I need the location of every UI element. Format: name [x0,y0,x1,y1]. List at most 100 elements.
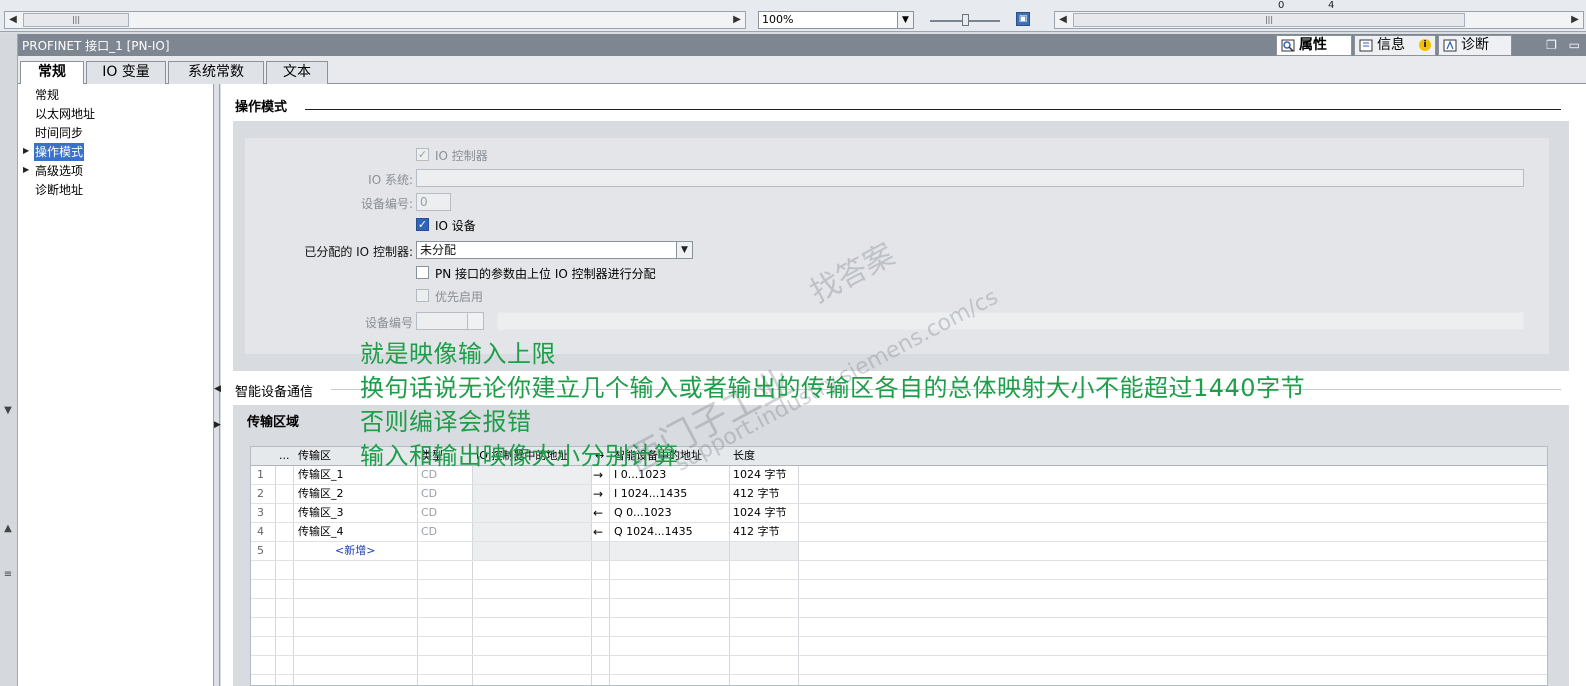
inspector-header: PROFINET 接口_1 [PN-IO] 属性 信息 i 诊断 ❐ ▭ [18,34,1586,56]
io-controller-label: IO 控制器 [435,149,488,163]
info-icon [1359,39,1373,52]
row-name[interactable]: 传输区_3 [298,504,416,523]
zoom-fit-icon[interactable]: ▣ [1016,12,1030,26]
chevron-down-icon[interactable]: ▼ [2,406,14,416]
restore-icon[interactable]: ❐ [1546,38,1557,52]
col-header-length[interactable]: 长度 [733,447,797,466]
nav-item-time-sync[interactable]: 时间同步 [34,124,84,142]
io-system-field [416,169,1524,187]
expand-triangle-icon[interactable]: ▶ [23,146,29,155]
tab-properties[interactable]: 属性 [1276,35,1352,56]
row-idevice-address[interactable]: Q 0...1023 [614,504,728,523]
row-number: 4 [257,525,264,538]
table-row[interactable]: 2 传输区_2 CD → I 1024...1435 412 字节 [251,485,1547,504]
zoom-slider[interactable] [930,14,1000,28]
tab-info-label: 信息 [1377,37,1405,53]
row-idevice-address[interactable]: I 1024...1435 [614,485,728,504]
annotation-line-4: 输入和输出映像大小分别计算 [360,442,679,470]
chevron-up-icon[interactable]: ▲ [2,524,14,534]
top-toolbar: ◀ ||| ▶ 100% ▼ ▣ ◀ ||| ▶ 0 4 [0,0,1586,32]
row-name[interactable]: 传输区_4 [298,523,416,542]
device-number2-label: 设备编号 [364,316,413,330]
pn-param-checkbox[interactable] [416,266,429,279]
row-idevice-address[interactable]: Q 1024...1435 [614,523,728,542]
device-number2-extent [497,312,1524,330]
property-nav-tree: 常规 以太网地址 时间同步 ▶ 操作模式 ▶ 高级选项 诊断地址 [18,84,214,686]
warning-badge-icon: i [1419,39,1431,51]
expand-right-icon[interactable]: ▶ [214,420,221,430]
assigned-controller-label: 已分配的 IO 控制器: [304,245,413,259]
row-type[interactable]: CD [421,485,471,504]
chevron-down-icon[interactable]: ▼ [676,242,692,258]
table-row[interactable]: 3 传输区_3 CD ← Q 0...1023 1024 字节 [251,504,1547,523]
assigned-controller-value: 未分配 [420,243,457,257]
table-row-add[interactable]: 5 <新增> [251,542,1547,561]
nav-splitter[interactable]: ◀ ▶ [214,84,221,686]
device-number-field: 0 [416,193,451,211]
zoom-value: 100% [762,13,794,26]
tab-io-tags[interactable]: IO 变量 [86,61,166,84]
col-header-menu[interactable]: ... [279,447,293,466]
table-row-empty [251,637,1547,656]
arrow-right-icon: → [593,487,604,501]
collapse-left-icon[interactable]: ◀ [214,384,221,394]
tab-properties-label: 属性 [1299,37,1327,53]
scroll-left-icon[interactable]: ◀ [6,13,20,27]
tab-system-constants[interactable]: 系统常数 [168,61,264,84]
section-divider [305,109,1561,110]
io-controller-checkbox[interactable]: ✓ [416,148,429,161]
row-type[interactable]: CD [421,504,471,523]
table-row[interactable]: 4 传输区_4 CD ← Q 1024...1435 412 字节 [251,523,1547,542]
nav-item-advanced-options[interactable]: 高级选项 [34,162,84,180]
tab-diagnostics[interactable]: 诊断 [1438,35,1512,56]
scroll-thumb[interactable]: ||| [1073,13,1465,27]
arrow-left-icon: ← [593,506,604,520]
row-type[interactable]: CD [421,523,471,542]
table-row-empty [251,561,1547,580]
idevice-comm-title: 智能设备通信 [235,385,314,400]
scroll-thumb[interactable]: ||| [23,13,129,27]
scroll-right-icon[interactable]: ▶ [730,13,744,27]
device-number-label: 设备编号: [360,197,413,211]
nav-item-operating-mode[interactable]: 操作模式 [34,143,85,161]
row-name[interactable]: 传输区_2 [298,485,416,504]
chevron-down-icon[interactable]: ▼ [897,12,913,28]
row-number: 3 [257,506,264,519]
tab-info[interactable]: 信息 i [1354,35,1436,56]
annotation-line-1: 就是映像输入上限 [360,340,556,368]
row-length[interactable]: 1024 字节 [733,504,797,523]
row-length[interactable]: 412 字节 [733,523,797,542]
minimize-icon[interactable]: ▭ [1569,38,1580,52]
grip-icon[interactable]: ≡ [2,570,14,580]
tab-general[interactable]: 常规 [20,61,84,85]
priority-startup-checkbox[interactable] [416,289,429,302]
window-buttons: ❐ ▭ [1546,38,1580,52]
row-number: 2 [257,487,264,500]
expand-triangle-icon[interactable]: ▶ [23,165,29,174]
io-system-label: IO 系统: [368,173,413,187]
top-number: 0 [1278,0,1285,11]
chevron-down-icon[interactable] [467,313,483,329]
device-number2-field [416,312,484,330]
add-new-link[interactable]: <新增> [335,542,415,561]
inspector-title: PROFINET 接口_1 [PN-IO] [22,39,170,53]
nav-item-diagnostic-address[interactable]: 诊断地址 [34,181,84,199]
scroll-right-icon[interactable]: ▶ [1568,13,1582,27]
assigned-controller-select[interactable]: 未分配 ▼ [416,241,693,259]
horizontal-scrollbar-left[interactable]: ◀ ||| ▶ [4,11,746,29]
property-tabs: 常规 IO 变量 系统常数 文本 [18,56,1586,85]
zoom-select[interactable]: 100% ▼ [758,11,914,29]
table-row-empty [251,599,1547,618]
scroll-left-icon[interactable]: ◀ [1056,13,1070,27]
nav-item-ethernet-address[interactable]: 以太网地址 [34,105,96,123]
horizontal-scrollbar-right[interactable]: ◀ ||| ▶ [1054,11,1584,29]
io-device-checkbox[interactable]: ✓ [416,218,429,231]
top-number: 4 [1328,0,1335,11]
annotation-line-3: 否则编译会报错 [360,408,532,436]
zoom-slider-knob[interactable] [962,14,969,26]
nav-item-general[interactable]: 常规 [34,86,60,104]
tab-texts[interactable]: 文本 [266,61,328,84]
row-number: 1 [257,468,264,481]
row-length[interactable]: 412 字节 [733,485,797,504]
row-length[interactable]: 1024 字节 [733,466,797,485]
